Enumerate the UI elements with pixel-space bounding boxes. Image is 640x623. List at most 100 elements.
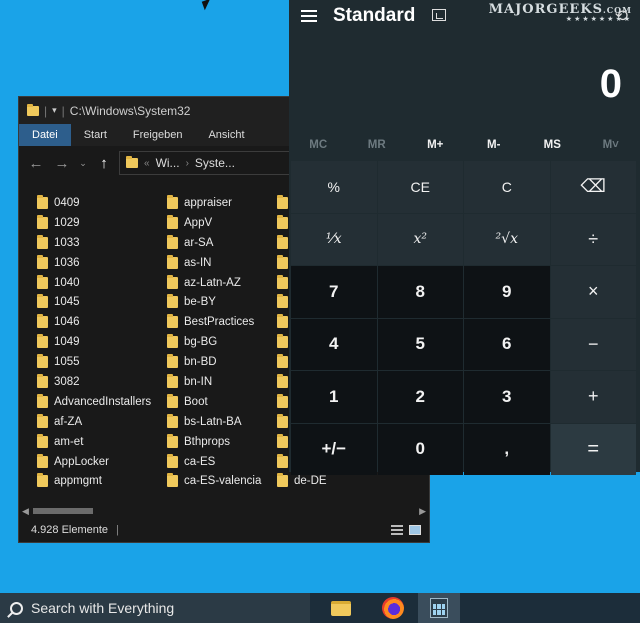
negate-button[interactable]: +/− <box>291 423 377 475</box>
digit-9-button[interactable]: 9 <box>464 266 550 318</box>
taskbar-firefox-button[interactable] <box>372 593 414 623</box>
multiply-button[interactable]: × <box>550 266 636 318</box>
tab-ansicht[interactable]: Ansicht <box>195 124 257 146</box>
file-list-item[interactable]: appraiser <box>167 193 261 213</box>
file-list-item[interactable]: 1033 <box>37 233 151 253</box>
large-icons-view-icon[interactable] <box>409 525 421 535</box>
horizontal-scrollbar[interactable]: ◀ ▶ <box>19 505 429 517</box>
memory-recall-button[interactable]: MR <box>348 134 407 156</box>
file-list-item[interactable]: AppV <box>167 213 261 233</box>
up-arrow-icon[interactable]: ↑ <box>93 152 115 174</box>
file-list-item[interactable]: 1049 <box>37 332 151 352</box>
file-list-item[interactable]: am-et <box>37 432 151 452</box>
breadcrumb-windows[interactable]: Wi... <box>156 156 180 170</box>
file-list-item[interactable]: ar-SA <box>167 233 261 253</box>
keep-on-top-icon[interactable] <box>432 9 446 21</box>
calculator-window[interactable]: Standard ⟲ 0 MC MR M+ M- MS M˅ % CE C ⌫ … <box>289 0 640 475</box>
file-list-item[interactable]: 3082 <box>37 372 151 392</box>
file-list-item[interactable]: as-IN <box>167 253 261 273</box>
file-list-item[interactable]: be-BY <box>167 292 261 312</box>
tab-datei[interactable]: Datei <box>19 124 71 146</box>
file-list-item[interactable]: Boot <box>167 392 261 412</box>
keypad: % CE C ⌫ ¹⁄x x² ²√x ÷ 7 8 9 × 4 5 6 − 1 … <box>291 161 636 475</box>
digit-1-button[interactable]: 1 <box>291 371 377 423</box>
memory-subtract-button[interactable]: M- <box>465 134 524 156</box>
digit-0-button[interactable]: 0 <box>377 423 463 475</box>
forward-arrow-icon[interactable]: → <box>51 152 73 174</box>
search-placeholder: Search with Everything <box>31 600 175 616</box>
breadcrumb-overflow-icon[interactable]: « <box>144 158 150 169</box>
backspace-button[interactable]: ⌫ <box>550 161 636 213</box>
decimal-button[interactable]: , <box>464 423 550 475</box>
memory-list-button[interactable]: M˅ <box>582 134 640 156</box>
file-list-item[interactable]: 0409 <box>37 193 151 213</box>
file-list-item[interactable]: 1040 <box>37 273 151 293</box>
folder-icon <box>167 214 178 229</box>
add-button[interactable]: + <box>550 371 636 423</box>
file-name: as-IN <box>184 256 212 269</box>
tab-freigeben[interactable]: Freigeben <box>120 124 196 146</box>
digit-2-button[interactable]: 2 <box>377 371 463 423</box>
clear-button[interactable]: C <box>464 161 550 213</box>
file-list-item[interactable]: BestPractices <box>167 312 261 332</box>
scroll-left-icon[interactable]: ◀ <box>22 506 29 517</box>
hamburger-menu-icon[interactable] <box>301 10 317 22</box>
recent-locations-chevron-icon[interactable]: ⌄ <box>77 152 89 174</box>
file-list-item[interactable]: 1046 <box>37 312 151 332</box>
quick-access-dropdown-icon[interactable]: ▾ <box>52 105 57 116</box>
square-button[interactable]: x² <box>377 213 463 265</box>
file-list-item[interactable]: bs-Latn-BA <box>167 412 261 432</box>
file-list-item[interactable]: 1029 <box>37 213 151 233</box>
file-list-item[interactable]: bn-BD <box>167 352 261 372</box>
file-list-item[interactable]: af-ZA <box>37 412 151 432</box>
back-arrow-icon[interactable]: ← <box>25 152 47 174</box>
folder-icon <box>167 274 178 289</box>
file-list-item[interactable]: 1045 <box>37 292 151 312</box>
taskbar-search-box[interactable]: Search with Everything <box>0 593 310 623</box>
reciprocal-button[interactable]: ¹⁄x <box>291 213 377 265</box>
taskbar-calculator-button[interactable] <box>418 593 460 623</box>
file-list-item[interactable]: bn-IN <box>167 372 261 392</box>
search-icon <box>10 601 23 615</box>
folder-icon <box>167 354 178 369</box>
folder-icon <box>277 473 288 488</box>
file-name: be-BY <box>184 296 216 309</box>
percent-button[interactable]: % <box>291 161 377 213</box>
file-name: 1033 <box>54 236 80 249</box>
breadcrumb-chevron-icon[interactable]: › <box>186 158 189 169</box>
taskbar-file-explorer-button[interactable] <box>320 593 362 623</box>
file-name: 0409 <box>54 196 80 209</box>
details-view-icon[interactable] <box>391 525 403 535</box>
digit-6-button[interactable]: 6 <box>464 318 550 370</box>
folder-icon <box>37 294 48 309</box>
file-list-item[interactable]: bg-BG <box>167 332 261 352</box>
memory-add-button[interactable]: M+ <box>406 134 465 156</box>
digit-4-button[interactable]: 4 <box>291 318 377 370</box>
digit-8-button[interactable]: 8 <box>377 266 463 318</box>
file-list-item[interactable]: 1036 <box>37 253 151 273</box>
digit-5-button[interactable]: 5 <box>377 318 463 370</box>
scrollbar-track[interactable] <box>32 508 415 514</box>
memory-store-button[interactable]: MS <box>523 134 582 156</box>
breadcrumb-system32[interactable]: Syste... <box>195 156 235 170</box>
digit-7-button[interactable]: 7 <box>291 266 377 318</box>
digit-3-button[interactable]: 3 <box>464 371 550 423</box>
file-list-item[interactable]: az-Latn-AZ <box>167 273 261 293</box>
subtract-button[interactable]: − <box>550 318 636 370</box>
title-separator: | <box>44 103 48 118</box>
equals-button[interactable]: = <box>550 423 636 475</box>
file-list-item[interactable]: ca-ES-valencia <box>167 471 261 491</box>
square-root-button[interactable]: ²√x <box>464 213 550 265</box>
clear-entry-button[interactable]: CE <box>377 161 463 213</box>
scrollbar-thumb[interactable] <box>32 508 93 514</box>
file-list-item[interactable]: AppLocker <box>37 452 151 472</box>
scroll-right-icon[interactable]: ▶ <box>419 506 426 517</box>
file-list-item[interactable]: Bthprops <box>167 432 261 452</box>
file-list-item[interactable]: 1055 <box>37 352 151 372</box>
file-list-item[interactable]: AdvancedInstallers <box>37 392 151 412</box>
tab-start[interactable]: Start <box>71 124 120 146</box>
file-list-item[interactable]: appmgmt <box>37 471 151 491</box>
file-list-item[interactable]: ca-ES <box>167 452 261 472</box>
memory-clear-button[interactable]: MC <box>289 134 348 156</box>
divide-button[interactable]: ÷ <box>550 213 636 265</box>
